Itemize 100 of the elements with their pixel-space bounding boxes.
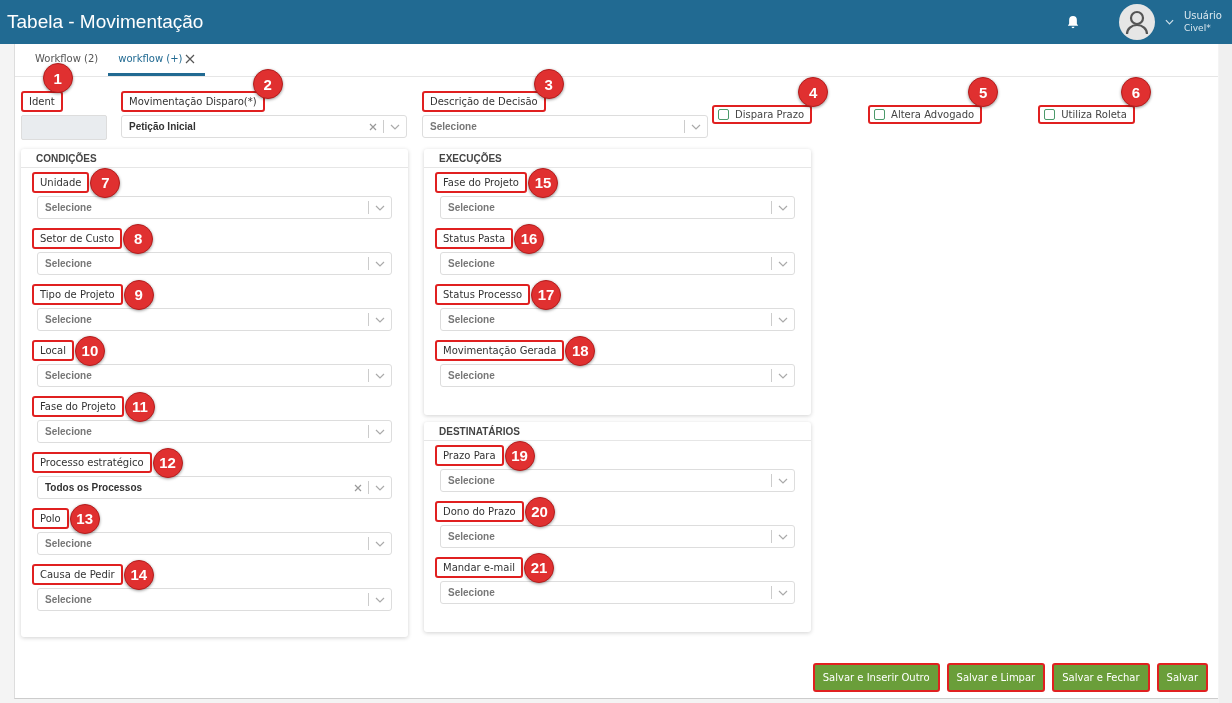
- select-placeholder: Selecione: [45, 594, 92, 605]
- select-field[interactable]: Selecione: [440, 196, 795, 219]
- save-button[interactable]: Salvar e Limpar: [946, 663, 1046, 692]
- chevron-down-icon[interactable]: [375, 540, 385, 547]
- chevron-down-icon[interactable]: [778, 372, 788, 379]
- select-field[interactable]: Selecione: [440, 364, 795, 387]
- callout-badge: 13: [69, 503, 100, 534]
- checkbox[interactable]: Dispara Prazo: [712, 105, 813, 124]
- select-value: Todos os Processos: [45, 482, 143, 493]
- close-icon[interactable]: [185, 53, 196, 64]
- select-placeholder: Selecione: [448, 475, 495, 486]
- callout-badge: 6: [1120, 77, 1151, 107]
- checkbox[interactable]: Altera Advogado: [868, 105, 983, 124]
- callout-badge: 15: [528, 167, 558, 198]
- checkbox[interactable]: Utiliza Roleta: [1038, 105, 1135, 124]
- bell-icon[interactable]: [1067, 15, 1079, 29]
- panel-title: DESTINATÁRIOS: [424, 422, 811, 441]
- chevron-down-icon[interactable]: [390, 123, 400, 130]
- callout-badge: 17: [531, 279, 562, 310]
- field-label: Mandar e-mail: [435, 557, 524, 578]
- chevron-down-icon[interactable]: [375, 260, 385, 267]
- callout-badge: 1: [42, 63, 73, 93]
- field-label: Polo: [32, 508, 69, 529]
- save-button[interactable]: Salvar e Fechar: [1052, 663, 1150, 692]
- field-label: Tipo de Projeto: [32, 284, 123, 305]
- field-label: Unidade: [32, 172, 90, 193]
- callout-badge: 3: [533, 69, 564, 99]
- select-field[interactable]: Selecione: [37, 308, 392, 331]
- field-label: Setor de Custo: [32, 228, 123, 249]
- select-placeholder: Selecione: [45, 538, 92, 549]
- field-label: Causa de Pedir: [32, 564, 123, 585]
- select-placeholder: Selecione: [448, 531, 495, 542]
- save-button[interactable]: Salvar e Inserir Outro: [812, 663, 940, 692]
- field-label: Local: [32, 340, 74, 361]
- user-name: Usuário: [1184, 9, 1222, 22]
- panel-title: CONDIÇÕES: [21, 149, 408, 168]
- field-label: Status Processo: [435, 284, 531, 305]
- field-label: Processo estratégico: [32, 452, 152, 473]
- callout-badge: 10: [74, 335, 105, 366]
- select-field[interactable]: Selecione: [440, 308, 795, 331]
- callout-badge: 7: [90, 167, 121, 198]
- window-title: Tabela - Movimentação: [7, 11, 204, 33]
- select-placeholder: Selecione: [45, 370, 92, 381]
- chevron-down-icon[interactable]: [778, 260, 788, 267]
- chevron-down-icon[interactable]: [691, 123, 701, 130]
- select-value: Petição Inicial: [129, 121, 196, 132]
- select-field[interactable]: Selecione: [37, 364, 392, 387]
- select-field[interactable]: Selecione: [37, 252, 392, 275]
- user-profile: Civel*: [1184, 22, 1212, 35]
- select-placeholder: Selecione: [45, 258, 92, 269]
- callout-badge: 19: [504, 440, 535, 471]
- select-placeholder: Selecione: [448, 370, 495, 381]
- select-placeholder: Selecione: [448, 258, 495, 269]
- select-placeholder: Selecione: [448, 202, 495, 213]
- field-label: Movimentação Disparo(*): [121, 91, 265, 112]
- select-field[interactable]: Petição Inicial: [121, 115, 407, 138]
- callout-badge: 4: [798, 77, 829, 107]
- chevron-down-icon[interactable]: [778, 477, 788, 484]
- select-field[interactable]: Selecione: [37, 420, 392, 443]
- select-field[interactable]: Selecione: [440, 252, 795, 275]
- scrollbar[interactable]: [1219, 44, 1232, 703]
- field-label: Fase do Projeto: [32, 396, 124, 417]
- select-placeholder: Selecione: [45, 202, 92, 213]
- callout-badge: 20: [524, 496, 555, 527]
- select-field[interactable]: Selecione: [37, 532, 392, 555]
- field-label: Movimentação Gerada: [435, 340, 565, 361]
- select-placeholder: Selecione: [448, 314, 495, 325]
- select-placeholder: Selecione: [45, 314, 92, 325]
- clear-icon[interactable]: [354, 483, 362, 492]
- select-field[interactable]: Selecione: [440, 525, 795, 548]
- callout-badge: 14: [123, 559, 154, 590]
- field-label: Prazo Para: [435, 445, 504, 466]
- tab[interactable]: workflow (+): [108, 44, 206, 76]
- select-field[interactable]: Selecione: [37, 196, 392, 219]
- select-placeholder: Selecione: [430, 121, 477, 132]
- avatar-icon[interactable]: [1119, 4, 1155, 40]
- select-field[interactable]: Selecione: [440, 581, 795, 604]
- chevron-down-icon[interactable]: [375, 484, 385, 491]
- chevron-down-icon[interactable]: [778, 316, 788, 323]
- select-placeholder: Selecione: [448, 587, 495, 598]
- field-label: Fase do Projeto: [435, 172, 527, 193]
- callout-badge: 2: [252, 69, 283, 99]
- chevron-down-icon[interactable]: [375, 596, 385, 603]
- select-field[interactable]: Todos os Processos: [37, 476, 392, 499]
- chevron-down-icon[interactable]: [778, 204, 788, 211]
- chevron-down-icon[interactable]: [778, 533, 788, 540]
- callout-badge: 21: [524, 552, 555, 583]
- chevron-down-icon[interactable]: [778, 589, 788, 596]
- save-button[interactable]: Salvar: [1156, 663, 1208, 692]
- clear-icon[interactable]: [369, 122, 377, 131]
- chevron-down-icon[interactable]: [375, 316, 385, 323]
- chevron-down-icon[interactable]: [375, 204, 385, 211]
- select-field[interactable]: Selecione: [440, 469, 795, 492]
- chevron-down-icon[interactable]: [375, 428, 385, 435]
- callout-badge: 11: [125, 391, 155, 422]
- select-field[interactable]: Selecione: [37, 588, 392, 611]
- field-label: Status Pasta: [435, 228, 513, 249]
- select-field[interactable]: Selecione: [422, 115, 708, 138]
- chevron-down-icon[interactable]: [375, 372, 385, 379]
- callout-badge: 5: [968, 77, 999, 107]
